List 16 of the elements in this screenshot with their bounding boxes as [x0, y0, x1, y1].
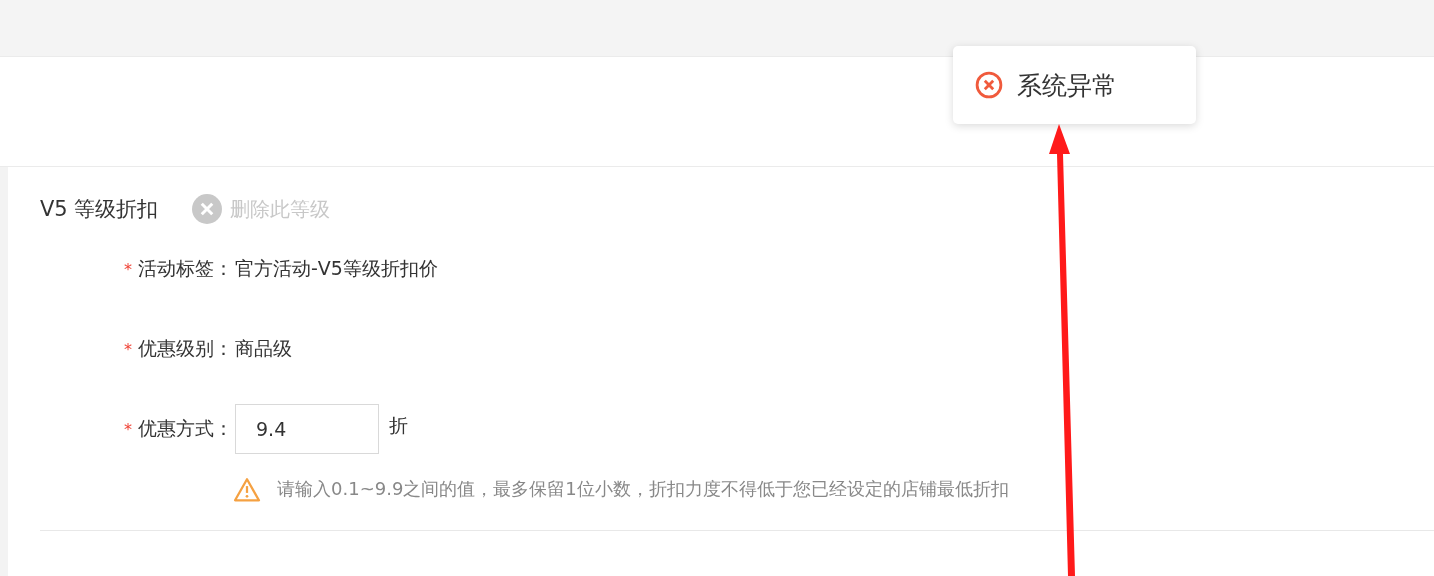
warning-icon — [233, 476, 261, 502]
field-label: 优惠级别： — [138, 336, 233, 361]
discount-input[interactable]: 9.4 — [235, 404, 379, 454]
required-mark: * — [124, 259, 132, 279]
required-mark: * — [124, 339, 132, 359]
section-title: V5 等级折扣 — [40, 196, 159, 223]
hint-text: 请输入0.1~9.9之间的值，最多保留1位小数，折扣力度不得低于您已经设定的店铺最低折扣 — [277, 477, 1009, 501]
unit-label: 折 — [389, 413, 408, 438]
field-label: 优惠方式： — [138, 416, 233, 441]
close-circle-icon — [192, 194, 223, 224]
toast-message: 系统异常 — [1017, 69, 1117, 102]
field-label: 活动标签： — [138, 256, 233, 281]
error-icon — [975, 71, 1003, 99]
field-value: 官方活动-V5等级折扣价 — [235, 256, 438, 281]
required-mark: * — [124, 419, 132, 439]
field-value: 商品级 — [235, 336, 292, 361]
